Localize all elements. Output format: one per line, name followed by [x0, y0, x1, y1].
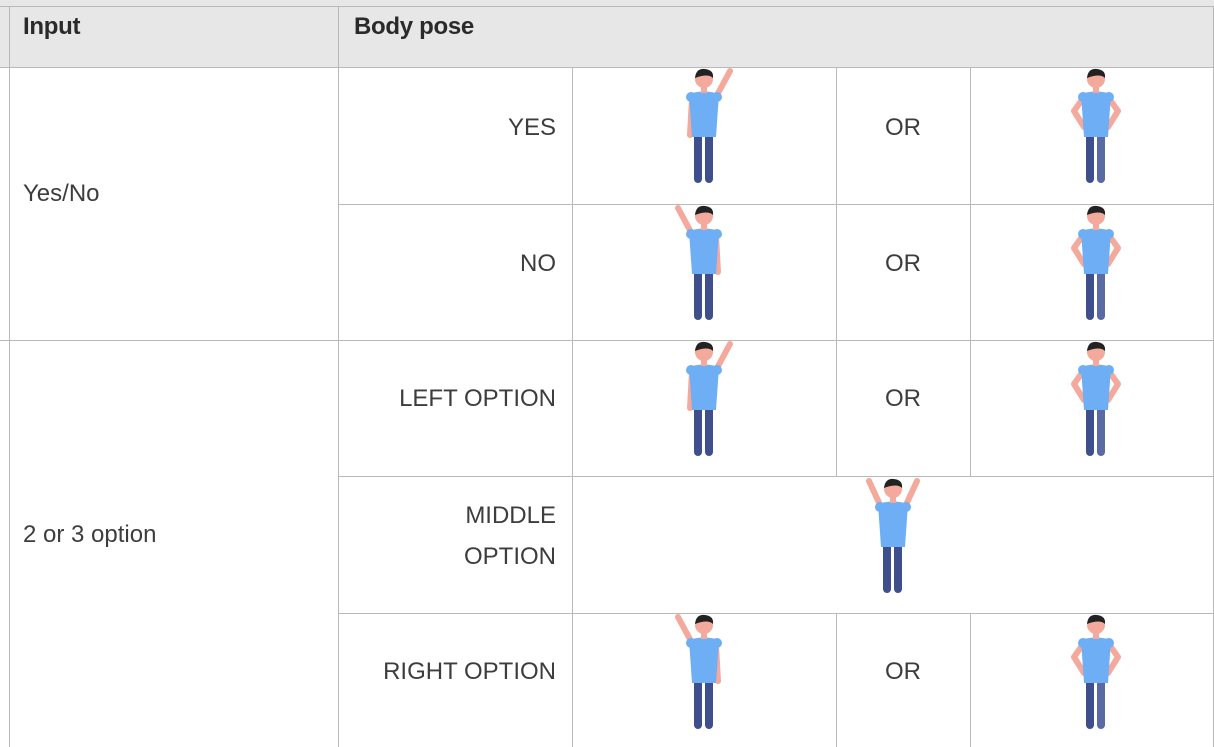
or-label: OR: [885, 658, 921, 685]
hands-on-hips-lean-left-figure: [1066, 204, 1126, 322]
right-arm-raised-figure: [674, 340, 734, 458]
right-arm-raised-figure: [674, 67, 734, 185]
table-header-row: [0, 0, 1214, 67]
or-label: OR: [885, 250, 921, 277]
row-label-right-option: RIGHT OPTION: [383, 658, 556, 685]
row-label-yes: YES: [507, 114, 556, 141]
hands-on-hips-lean-right-figure: [1066, 340, 1126, 458]
pose-table: Input Body pose Yes/No 2 or 3 option YES…: [0, 0, 1214, 747]
both-arms-raised-figure: [863, 477, 923, 595]
input-yes-no: Yes/No: [23, 180, 100, 207]
row-label-middle-option-line1: MIDDLE: [465, 502, 556, 529]
or-label: OR: [885, 385, 921, 412]
left-arm-raised-figure: [674, 613, 734, 731]
input-2-or-3-option: 2 or 3 option: [23, 521, 157, 548]
left-arm-raised-figure: [674, 204, 734, 322]
row-label-middle-option-line2: OPTION: [463, 543, 556, 570]
hands-on-hips-lean-left-figure: [1066, 613, 1126, 731]
row-label-left-option: LEFT OPTION: [399, 385, 556, 412]
hands-on-hips-lean-right-figure: [1066, 67, 1126, 185]
row-label-no: NO: [520, 250, 556, 277]
or-label: OR: [885, 114, 921, 141]
header-body-pose: Body pose: [354, 13, 474, 40]
header-input: Input: [23, 13, 81, 40]
